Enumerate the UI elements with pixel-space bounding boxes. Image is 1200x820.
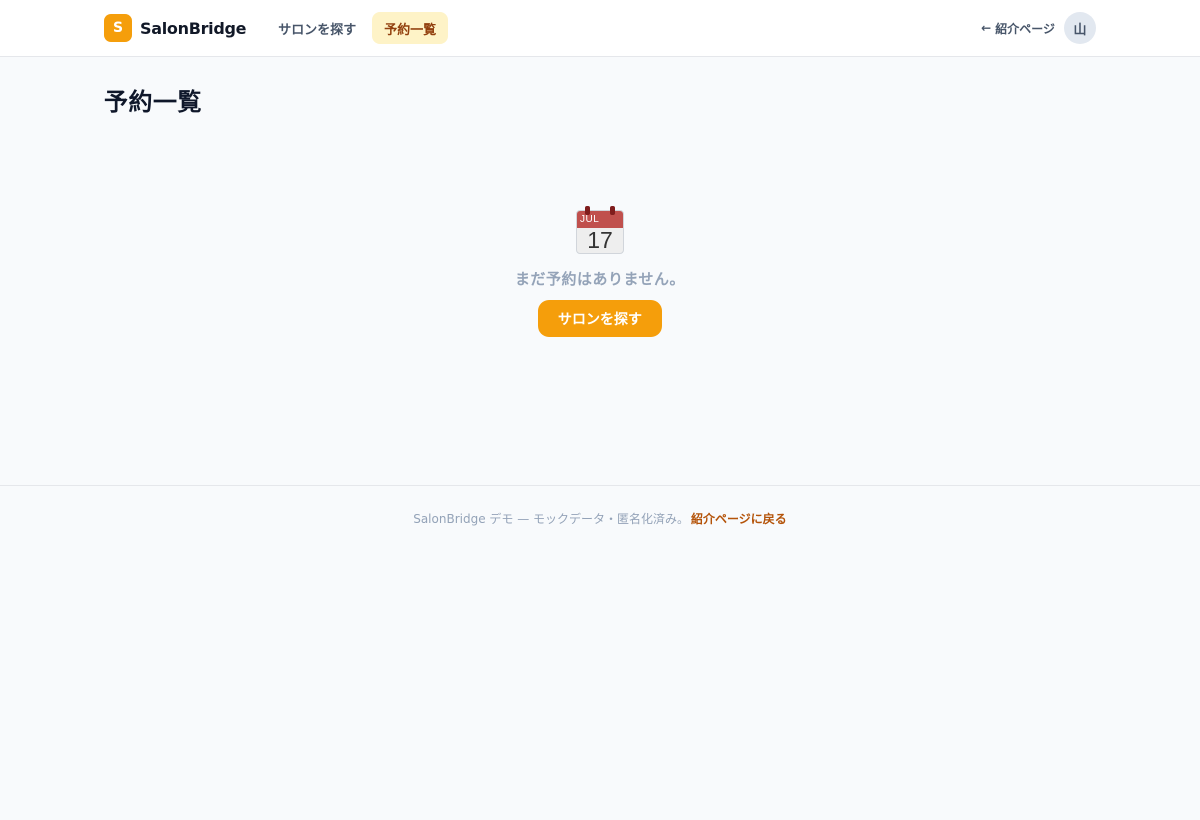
- top-header: S SalonBridge サロンを探す 予約一覧 ← 紹介ページ 山: [0, 0, 1200, 57]
- calendar-icon: JUL 17: [576, 206, 624, 254]
- brand-logo-mark: S: [104, 14, 132, 42]
- empty-message: まだ予約はありません。: [514, 270, 686, 288]
- calendar-ring-right: [610, 206, 615, 215]
- calendar-icon-day: 17: [587, 227, 613, 253]
- footer-back-link[interactable]: 紹介ページに戻る: [691, 510, 787, 549]
- footer-text: SalonBridge デモ — モックデータ・匿名化済み。: [413, 512, 690, 526]
- calendar-ring-left: [585, 206, 590, 215]
- header-right: ← 紹介ページ 山: [981, 12, 1096, 44]
- brand-name: SalonBridge: [140, 18, 247, 38]
- header-left: S SalonBridge サロンを探す 予約一覧: [104, 12, 452, 44]
- page-title: 予約一覧: [104, 88, 202, 116]
- nav-item-reservations[interactable]: 予約一覧: [372, 12, 449, 44]
- find-salon-button[interactable]: サロンを探す: [538, 300, 662, 337]
- calendar-icon-month: JUL: [580, 214, 600, 225]
- empty-state: JUL 17 まだ予約はありません。 サロンを探す: [0, 206, 1200, 337]
- back-to-intro-label: 紹介ページ: [995, 21, 1055, 36]
- brand-logo-link[interactable]: S SalonBridge: [104, 14, 247, 42]
- user-avatar[interactable]: 山: [1064, 12, 1096, 44]
- main-nav: サロンを探す 予約一覧: [266, 12, 452, 44]
- calendar-icon-header: JUL: [577, 211, 623, 228]
- arrow-left-icon: ←: [981, 21, 992, 35]
- back-to-intro-link[interactable]: ← 紹介ページ: [981, 20, 1055, 37]
- nav-item-find-salon[interactable]: サロンを探す: [266, 12, 368, 44]
- calendar-icon-body: JUL 17: [576, 210, 624, 254]
- header-inner: S SalonBridge サロンを探す 予約一覧 ← 紹介ページ 山: [104, 0, 1096, 56]
- page-footer: SalonBridge デモ — モックデータ・匿名化済み。 紹介ページに戻る: [0, 485, 1200, 549]
